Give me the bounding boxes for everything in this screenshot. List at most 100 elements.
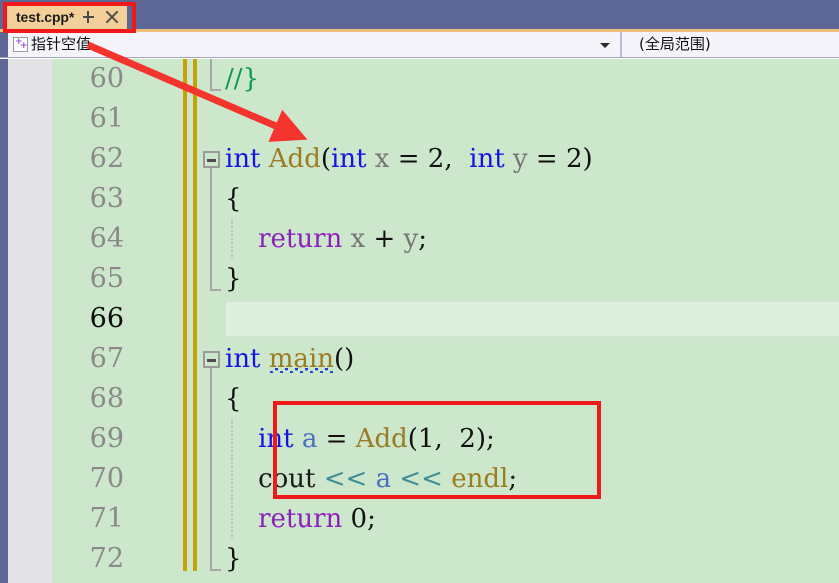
fold-guide-line [210, 179, 212, 219]
code-token: , [434, 424, 460, 454]
code-token: 2 [427, 144, 445, 174]
code-line-row[interactable]: 70 cout << a << endl; [0, 459, 839, 499]
error-squiggle-token: main [268, 344, 334, 374]
code-token: + [365, 224, 404, 254]
code-line-text[interactable]: int main() [225, 339, 354, 379]
code-line-text[interactable]: } [225, 539, 242, 579]
fold-guide-line [210, 59, 212, 91]
code-line-text[interactable]: } [225, 259, 242, 299]
code-line-row[interactable]: 65} [0, 259, 839, 299]
fold-collapse-icon[interactable] [203, 151, 220, 168]
code-token: return [258, 224, 343, 254]
code-line-text[interactable]: int a = Add(1, 2); [225, 419, 495, 459]
code-line-text[interactable]: return 0; [225, 499, 376, 539]
member-dropdown[interactable]: (全局范围) [622, 32, 839, 57]
code-token: cout [258, 464, 316, 494]
code-token: x [350, 224, 366, 254]
code-token: endl [451, 464, 509, 494]
code-line-row[interactable]: 69 int a = Add(1, 2); [0, 419, 839, 459]
code-line-text[interactable]: { [225, 179, 242, 219]
code-line-row[interactable]: 72} [0, 539, 839, 579]
code-line-text[interactable]: //} [225, 59, 259, 99]
code-editor[interactable]: 60 //} 61 62 int Add(int x = 2, int y = 2) 63… [0, 59, 839, 583]
code-token: ( [407, 424, 418, 454]
code-token: int [469, 144, 505, 174]
code-token: { [225, 184, 242, 214]
code-token: y [403, 224, 419, 254]
code-token: int [225, 344, 261, 374]
code-line-text[interactable]: cout << a << endl; [225, 459, 517, 499]
fold-guide-line [210, 459, 212, 499]
code-token: x [374, 144, 390, 174]
code-token: = [317, 424, 356, 454]
code-line-text[interactable]: int Add(int x = 2, int y = 2) [225, 139, 593, 179]
editor-tab-strip: test.cpp* [0, 0, 839, 32]
fold-guide-line [210, 419, 212, 459]
current-line-highlight [225, 301, 839, 337]
fold-guide-line [210, 499, 212, 539]
chevron-down-icon[interactable] [600, 42, 610, 48]
code-token: a [375, 464, 392, 494]
close-icon[interactable] [105, 10, 119, 24]
code-line-row[interactable]: 64 return x + y; [0, 219, 839, 259]
code-token: ; [367, 504, 376, 534]
line-number: 61 [89, 103, 124, 134]
tab-test-cpp[interactable]: test.cpp* [6, 3, 128, 31]
code-token: return [258, 504, 343, 534]
code-token: << [323, 464, 368, 494]
code-line-text[interactable]: return x + y; [225, 219, 427, 259]
scope-dropdown-value: 指针空值 [31, 35, 92, 53]
fold-guide-line [210, 368, 212, 379]
code-token: 1 [417, 424, 435, 454]
code-line-row[interactable]: 71 return 0; [0, 499, 839, 539]
code-token: ( [320, 144, 332, 174]
code-line-row[interactable]: 67 int main() [0, 339, 839, 379]
line-number: 70 [89, 463, 124, 494]
code-token: int [331, 144, 367, 174]
line-number: 71 [89, 503, 124, 534]
code-line-row[interactable]: 61 [0, 99, 839, 139]
code-line-row[interactable]: 68 { [0, 379, 839, 419]
code-line-row[interactable]: 60 //} [0, 59, 839, 99]
code-token: ; [508, 464, 518, 494]
code-token: { [225, 384, 242, 414]
code-token: //} [225, 64, 260, 94]
fold-guide-end [210, 569, 221, 571]
fold-guide-end [210, 289, 221, 291]
fold-collapse-icon[interactable] [203, 351, 220, 368]
code-token: Add [355, 424, 408, 454]
code-token: int [225, 144, 261, 174]
line-number: 68 [89, 383, 124, 414]
line-number: 62 [89, 143, 124, 174]
code-line-row[interactable]: 62 int Add(int x = 2, int y = 2) [0, 139, 839, 179]
code-line-text[interactable]: { [225, 379, 242, 419]
code-token: 2 [565, 144, 583, 174]
code-token: } [225, 544, 242, 574]
code-line-row[interactable]: 63 { [0, 179, 839, 219]
cpp-file-icon: + + [13, 37, 28, 52]
fold-guide-line [210, 259, 212, 291]
code-token: ; [418, 224, 427, 254]
line-number: 67 [89, 343, 124, 374]
line-number: 64 [89, 223, 124, 254]
line-number: 60 [89, 63, 124, 94]
scope-dropdown[interactable]: + + 指针空值 [8, 32, 620, 57]
fold-guide-line [210, 379, 212, 419]
code-token: a [301, 424, 318, 454]
code-token: = [527, 144, 566, 174]
pin-icon[interactable] [83, 10, 96, 24]
code-line-row[interactable]: 66 [0, 299, 839, 339]
